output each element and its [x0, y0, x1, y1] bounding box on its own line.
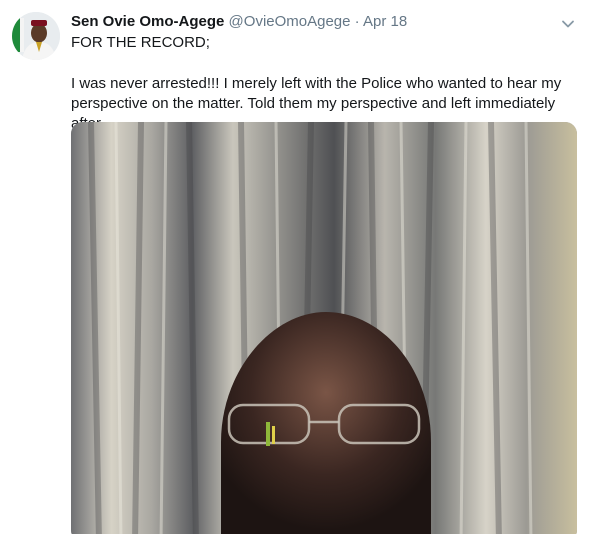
chevron-down-icon[interactable]: [561, 17, 575, 31]
tweet-photo[interactable]: [71, 122, 577, 534]
author-handle[interactable]: @OvieOmoAgege: [229, 13, 351, 30]
tweet-paragraph: FOR THE RECORD;: [71, 34, 210, 51]
tweet-text: FOR THE RECORD; I was never arrested!!! …: [71, 33, 577, 134]
tweet-date[interactable]: Apr 18: [363, 13, 407, 30]
tweet-card[interactable]: Sen Ovie Omo-Agege @OvieOmoAgege · Apr 1…: [0, 0, 589, 534]
author-name[interactable]: Sen Ovie Omo-Agege: [71, 13, 224, 30]
tweet-header: Sen Ovie Omo-Agege @OvieOmoAgege · Apr 1…: [71, 12, 561, 32]
avatar[interactable]: [12, 12, 60, 60]
separator-dot: ·: [354, 13, 360, 30]
